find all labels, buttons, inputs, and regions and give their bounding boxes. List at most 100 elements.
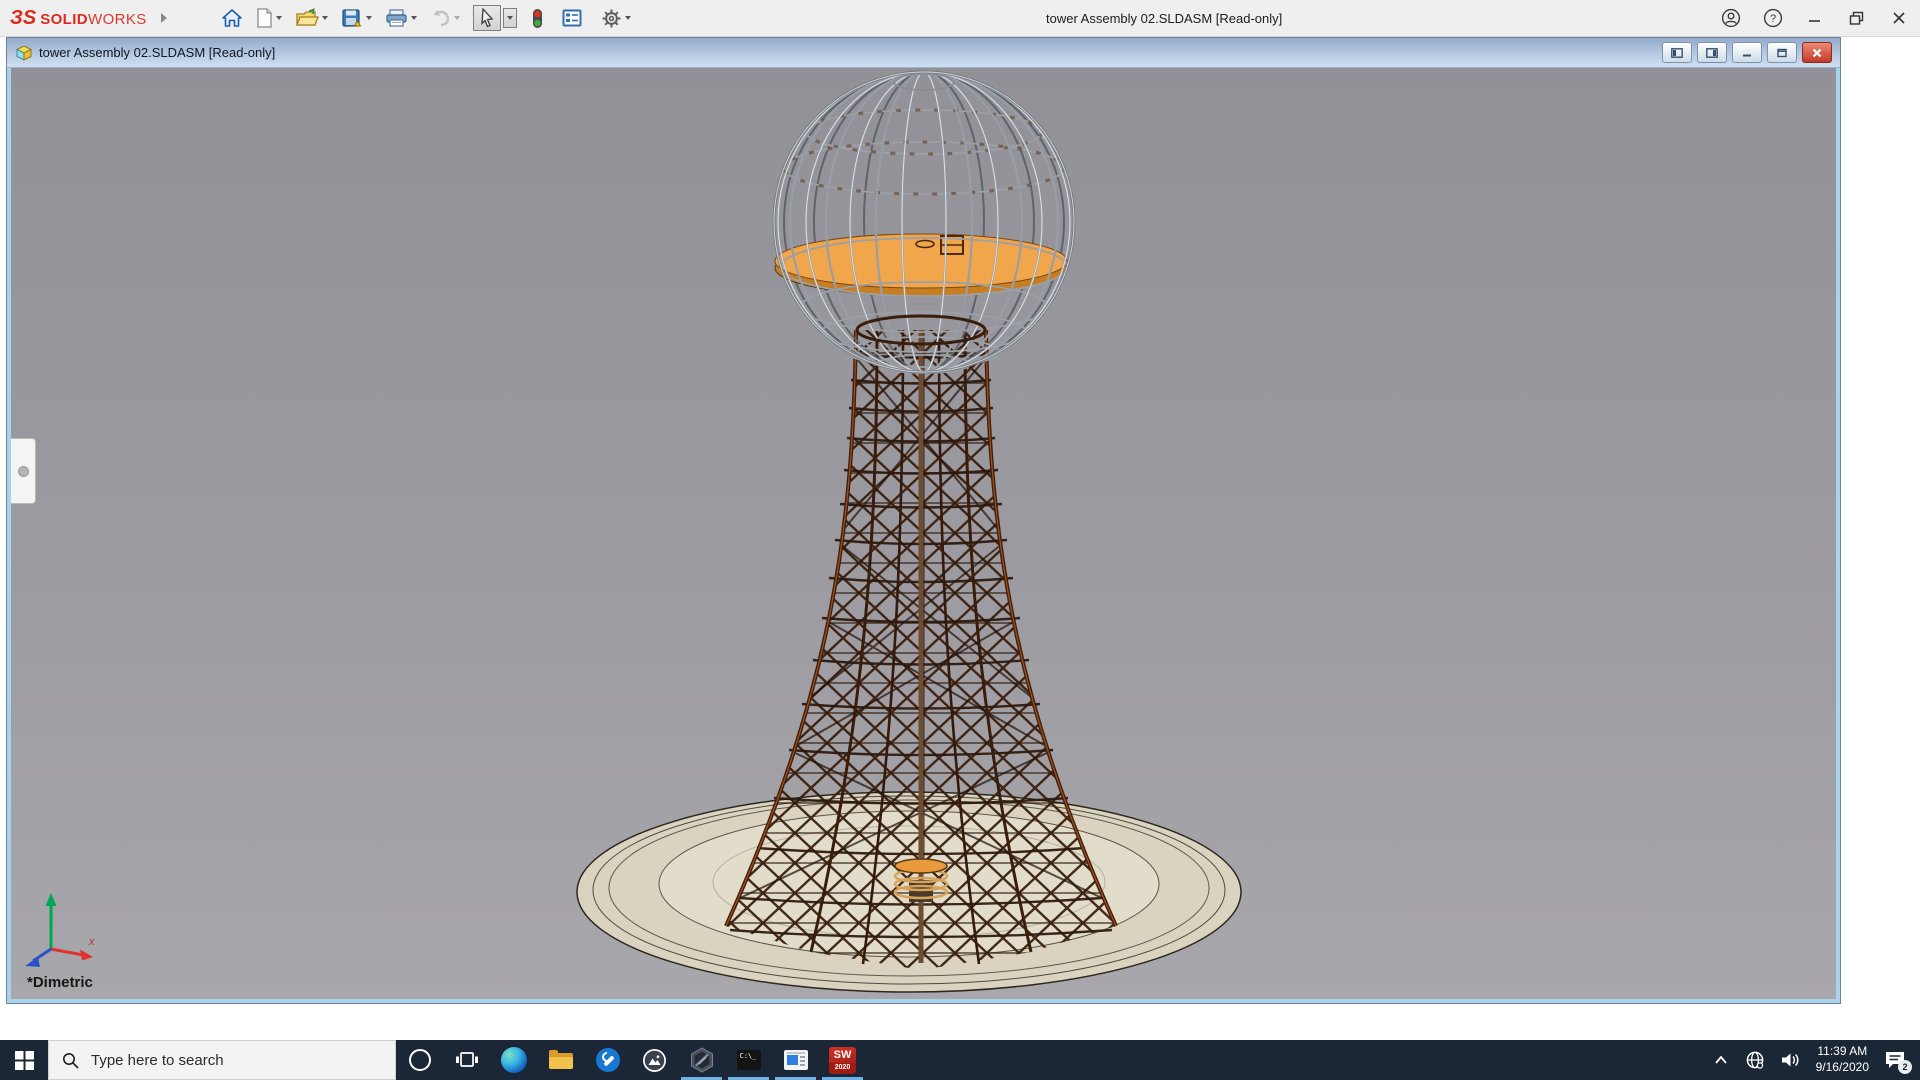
triad-x-label: x bbox=[88, 936, 95, 948]
tray-clock[interactable]: 11:39 AM 9/16/2020 bbox=[1816, 1044, 1869, 1075]
triad-x-arrow bbox=[80, 950, 93, 961]
action-center-button[interactable]: 2 bbox=[1884, 1050, 1906, 1070]
new-document-icon bbox=[256, 8, 273, 28]
undo-button[interactable] bbox=[430, 9, 460, 27]
solidworks-logo: ЗS SOLID WORKS bbox=[10, 7, 147, 30]
document-title: tower Assembly 02.SLDASM [Read-only] bbox=[39, 45, 275, 60]
taskbar-app-solidworks[interactable]: SW 2020 bbox=[819, 1040, 866, 1080]
open-button[interactable] bbox=[295, 8, 328, 28]
pane-toggle-right-button[interactable] bbox=[1697, 42, 1727, 63]
search-input[interactable] bbox=[89, 1051, 395, 1070]
taskbar-app-cortana[interactable] bbox=[396, 1040, 443, 1080]
taskbar-app-command-prompt[interactable]: C:\_ bbox=[725, 1040, 772, 1080]
close-button[interactable] bbox=[1888, 7, 1910, 29]
solidworks-2020-icon: SW 2020 bbox=[829, 1047, 856, 1074]
help-icon: ? bbox=[1763, 8, 1783, 28]
pane-toggle-left-button[interactable] bbox=[1662, 42, 1692, 63]
notification-badge: 2 bbox=[1898, 1060, 1912, 1074]
pane-toggle-right-icon bbox=[1706, 48, 1718, 58]
solidworks-icon-letters: SW bbox=[834, 1047, 852, 1063]
selection-lights-icon bbox=[532, 8, 543, 29]
open-dropdown[interactable] bbox=[322, 16, 328, 20]
select-cursor-icon bbox=[478, 8, 496, 28]
task-form-icon bbox=[562, 9, 582, 27]
print-dropdown[interactable] bbox=[411, 16, 417, 20]
volume-button[interactable] bbox=[1780, 1050, 1801, 1070]
new-document-dropdown[interactable] bbox=[276, 16, 282, 20]
doc-minimize-button[interactable] bbox=[1732, 42, 1762, 63]
restore-button[interactable] bbox=[1846, 7, 1868, 29]
volume-icon bbox=[1780, 1050, 1801, 1070]
minimize-icon bbox=[1807, 10, 1823, 26]
taskbar-search[interactable] bbox=[48, 1040, 396, 1080]
undo-dropdown[interactable] bbox=[454, 16, 460, 20]
save-button[interactable] bbox=[341, 8, 372, 28]
hidden-icons-chevron-icon bbox=[1712, 1052, 1730, 1068]
triad-y-arrow bbox=[46, 893, 57, 906]
view-orientation-label: *Dimetric bbox=[27, 974, 93, 991]
file-explorer-icon bbox=[549, 1051, 573, 1069]
tower-assembly-model bbox=[11, 68, 1836, 999]
graphics-viewport[interactable]: x *Dimetric bbox=[11, 68, 1836, 999]
options-dropdown[interactable] bbox=[625, 16, 631, 20]
undo-icon bbox=[430, 9, 451, 27]
home-icon bbox=[221, 8, 243, 28]
cortana-icon bbox=[409, 1049, 431, 1071]
help-button[interactable]: ? bbox=[1762, 7, 1784, 29]
assembly-icon bbox=[15, 45, 33, 61]
taskbar-app-media[interactable] bbox=[772, 1040, 819, 1080]
search-icon bbox=[62, 1052, 79, 1069]
doc-minimize-icon bbox=[1741, 48, 1753, 58]
print-icon bbox=[385, 8, 408, 28]
windows-start-icon bbox=[15, 1051, 34, 1070]
hidden-icons-button[interactable] bbox=[1712, 1052, 1730, 1068]
new-document-button[interactable] bbox=[256, 8, 282, 28]
windows-taskbar: C:\_ SW 2020 bbox=[0, 1040, 1920, 1080]
taskbar-app-file-explorer[interactable] bbox=[537, 1040, 584, 1080]
task-form-button[interactable] bbox=[562, 9, 582, 27]
edge-icon bbox=[501, 1047, 527, 1073]
lattice-tower bbox=[701, 323, 1141, 983]
print-button[interactable] bbox=[385, 8, 417, 28]
cad-hexagon-icon bbox=[689, 1047, 715, 1073]
featuremanager-tab-dot bbox=[18, 466, 29, 477]
doc-restore-button[interactable] bbox=[1767, 42, 1797, 63]
select-tool-dropdown-cell[interactable] bbox=[503, 8, 517, 28]
save-icon bbox=[341, 8, 363, 28]
taskbar-app-task-view[interactable] bbox=[443, 1040, 490, 1080]
photos-icon bbox=[642, 1048, 667, 1073]
brand-light: WORKS bbox=[88, 11, 147, 28]
toolbar-flyout-icon[interactable] bbox=[161, 13, 167, 23]
network-globe-icon bbox=[1745, 1050, 1765, 1070]
main-titlebar: ЗS SOLID WORKS bbox=[0, 0, 1920, 37]
select-dropdown bbox=[507, 16, 513, 20]
tray-time: 11:39 AM bbox=[1816, 1044, 1869, 1060]
media-app-icon bbox=[784, 1050, 808, 1070]
document-window: tower Assembly 02.SLDASM [Read-only] bbox=[6, 37, 1841, 1004]
doc-restore-icon bbox=[1776, 48, 1788, 58]
close-icon bbox=[1891, 10, 1907, 26]
start-button[interactable] bbox=[0, 1040, 48, 1080]
options-button[interactable] bbox=[601, 8, 631, 29]
options-gear-icon bbox=[601, 8, 622, 29]
network-button[interactable] bbox=[1745, 1050, 1765, 1070]
brand-glyph: ЗS bbox=[10, 7, 36, 30]
taskbar-app-settings-wrench[interactable] bbox=[584, 1040, 631, 1080]
save-dropdown[interactable] bbox=[366, 16, 372, 20]
taskbar-app-cad-hexagon[interactable] bbox=[678, 1040, 725, 1080]
solidworks-icon-year: 2020 bbox=[829, 1063, 856, 1072]
taskbar-app-edge[interactable] bbox=[490, 1040, 537, 1080]
doc-close-button[interactable] bbox=[1802, 42, 1832, 63]
user-account-button[interactable] bbox=[1720, 7, 1742, 29]
document-titlebar[interactable]: tower Assembly 02.SLDASM [Read-only] bbox=[7, 38, 1840, 68]
select-tool[interactable] bbox=[473, 5, 517, 31]
select-tool-active-cell[interactable] bbox=[473, 5, 501, 31]
home-button[interactable] bbox=[221, 8, 243, 28]
minimize-button[interactable] bbox=[1804, 7, 1826, 29]
open-icon bbox=[295, 8, 319, 28]
selection-lights-button[interactable] bbox=[532, 8, 543, 29]
help-glyph: ? bbox=[1770, 13, 1776, 25]
featuremanager-collapsed-tab[interactable] bbox=[11, 438, 36, 504]
base-coil bbox=[895, 859, 947, 902]
taskbar-app-photos[interactable] bbox=[631, 1040, 678, 1080]
